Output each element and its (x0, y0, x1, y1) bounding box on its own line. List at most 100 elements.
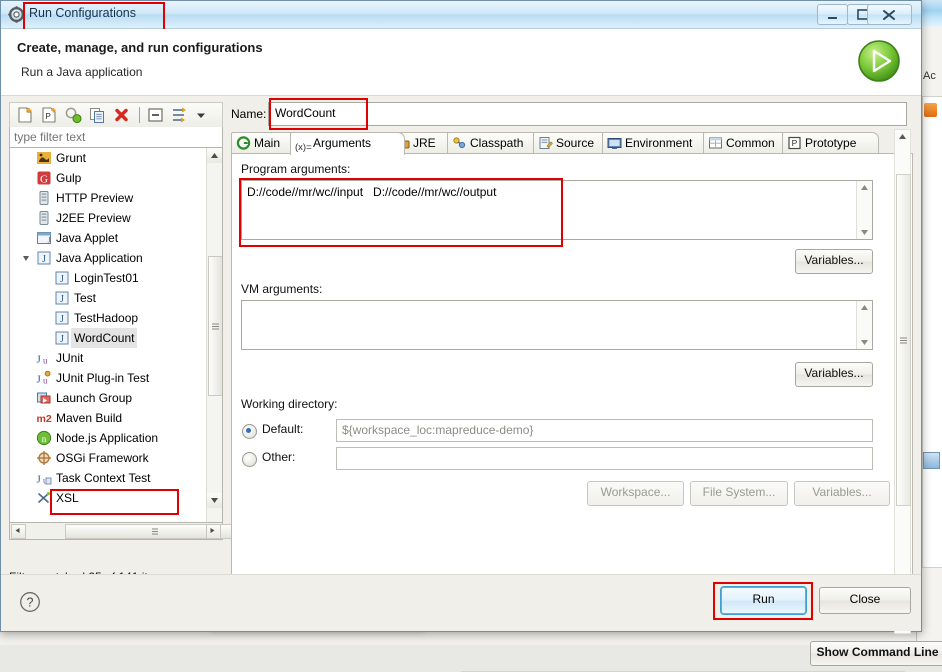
scroll-down-arrow-icon[interactable] (857, 225, 872, 239)
scroll-up-arrow-icon[interactable] (207, 148, 222, 163)
program-arguments-scrollbar[interactable] (856, 181, 872, 239)
close-button[interactable]: Close (819, 587, 911, 614)
view-menu-chevron-icon[interactable] (192, 106, 211, 124)
tree-scrollbar-thumb[interactable] (208, 256, 222, 396)
svg-text:J: J (60, 294, 64, 305)
task-context-test-icon: Ju (36, 470, 52, 486)
vm-arguments-variables-button[interactable]: Variables... (795, 362, 873, 387)
scroll-up-arrow-icon[interactable] (857, 181, 872, 195)
scroll-right-arrow-icon[interactable] (206, 524, 221, 539)
tree-item-label: JUnit Plug-in Test (56, 371, 150, 385)
prototype-tab-icon: P (787, 136, 802, 150)
svg-text:u: u (43, 356, 48, 366)
scroll-down-arrow-icon[interactable] (857, 335, 872, 349)
tree-item-java-applet[interactable]: J Java Applet (10, 228, 222, 248)
configuration-tabs: Main (x)=Arguments JRE Classpath Source Envir… (231, 132, 913, 155)
filter-field-wrapper (9, 127, 223, 148)
dialog-header: Create, manage, and run configurations R… (1, 29, 921, 96)
tree-item-osgi-framework[interactable]: OSGi Framework (10, 448, 222, 468)
tree-item-java-application[interactable]: J Java Application (10, 248, 222, 268)
tree-item-launch-group[interactable]: Launch Group (10, 388, 222, 408)
tree-item-label: LoginTest01 (74, 271, 139, 285)
configurations-tree[interactable]: Grunt G Gulp HTTP Preview J2EE Preview J Java … (9, 148, 223, 523)
default-directory-field: ${workspace_loc:mapreduce-demo} (336, 419, 873, 442)
default-directory-radio[interactable] (242, 424, 257, 439)
header-subtitle: Run a Java application (21, 65, 143, 79)
tree-horizontal-scrollbar[interactable] (9, 523, 244, 540)
tree-item-j2ee-preview[interactable]: J2EE Preview (10, 208, 222, 228)
background-blue-icon (923, 452, 940, 469)
tab-arguments[interactable]: (x)=Arguments (290, 132, 405, 155)
filter-icon[interactable] (170, 106, 189, 124)
tree-item-task-context-test[interactable]: Ju Task Context Test (10, 468, 222, 488)
svg-text:J: J (42, 254, 46, 265)
tab-label: JRE (413, 136, 436, 150)
osgi-icon (36, 450, 52, 466)
svg-text:J: J (48, 236, 51, 245)
configurations-tree-panel: P type filter text Grunt G Gulp HTTP Pre… (9, 102, 244, 564)
search-input[interactable] (10, 127, 222, 147)
scroll-left-arrow-icon[interactable] (11, 524, 26, 539)
tree-item-grunt[interactable]: Grunt (10, 148, 222, 168)
other-directory-input[interactable] (336, 447, 873, 470)
duplicate-icon[interactable] (88, 106, 107, 124)
program-arguments-textarea[interactable]: D://code//mr/wc//input D://code//mr/wc//… (241, 180, 873, 240)
scroll-up-arrow-icon[interactable] (895, 130, 910, 144)
svg-text:?: ? (27, 596, 34, 610)
svg-text:J: J (37, 374, 42, 386)
common-tab-icon (708, 136, 723, 150)
panel-scrollbar-thumb[interactable] (896, 174, 911, 506)
tree-item-node-js-application[interactable]: n Node.js Application (10, 428, 222, 448)
java-launch-icon: J (54, 270, 70, 286)
java-application-icon: J (36, 250, 52, 266)
run-button[interactable]: Run (720, 586, 807, 615)
vm-arguments-scrollbar[interactable] (856, 301, 872, 349)
tree-item-wordcount[interactable]: J WordCount (10, 328, 222, 348)
tree-vertical-scrollbar[interactable] (206, 148, 222, 522)
tree-item-testhadoop[interactable]: J TestHadoop (10, 308, 222, 328)
program-arguments-variables-button[interactable]: Variables... (795, 249, 873, 274)
other-directory-radio[interactable] (242, 452, 257, 467)
svg-text:u: u (43, 376, 48, 386)
new-configuration-from-prototype-icon[interactable] (64, 106, 83, 124)
tree-item-test[interactable]: J Test (10, 288, 222, 308)
vm-arguments-textarea[interactable] (241, 300, 873, 350)
default-directory-value: ${workspace_loc:mapreduce-demo} (342, 423, 534, 437)
help-question-icon[interactable]: ? (19, 591, 41, 613)
tab-prototype[interactable]: P Prototype (782, 132, 879, 154)
delete-icon[interactable] (112, 106, 131, 124)
tab-label: Common (726, 136, 775, 150)
tree-twisty-icon[interactable] (23, 256, 29, 264)
close-window-button[interactable] (867, 4, 912, 25)
tree-item-label: XSL (56, 491, 79, 505)
tree-item-label: Java Application (56, 251, 143, 265)
tree-item-gulp[interactable]: G Gulp (10, 168, 222, 188)
new-configuration-icon[interactable] (16, 106, 35, 124)
tree-item-maven-build[interactable]: m2 Maven Build (10, 408, 222, 428)
svg-text:J: J (60, 314, 64, 325)
name-input[interactable]: WordCount (268, 102, 907, 126)
svg-text:J: J (60, 274, 64, 285)
dialog-body: P type filter text Grunt G Gulp HTTP Pre… (1, 96, 942, 672)
program-arguments-value: D://code//mr/wc//input D://code//mr/wc//… (247, 185, 497, 199)
svg-text:P: P (46, 112, 51, 121)
new-prototype-icon[interactable]: P (40, 106, 59, 124)
working-directory-variables-button[interactable]: Variables... (794, 481, 890, 506)
scroll-down-arrow-icon[interactable] (207, 493, 222, 508)
junit-plugin-icon: Ju (36, 370, 52, 386)
tree-item-logintest01[interactable]: J LoginTest01 (10, 268, 222, 288)
minimize-button[interactable] (817, 4, 848, 25)
tab-environment[interactable]: Environment (602, 132, 718, 154)
tab-label: Main (254, 136, 281, 150)
tree-item-junit[interactable]: Ju JUnit (10, 348, 222, 368)
svg-text:P: P (792, 138, 798, 148)
workspace-button[interactable]: Workspace... (587, 481, 684, 506)
configuration-panel-scrollbar[interactable] (894, 129, 911, 634)
vm-arguments-label: VM arguments: (241, 282, 323, 296)
tree-item-junit-plug-in-test[interactable]: Ju JUnit Plug-in Test (10, 368, 222, 388)
scroll-up-arrow-icon[interactable] (857, 301, 872, 315)
tree-item-http-preview[interactable]: HTTP Preview (10, 188, 222, 208)
file-system-button[interactable]: File System... (690, 481, 788, 506)
collapse-all-icon[interactable] (146, 106, 165, 124)
tree-item-xsl[interactable]: XSL (10, 488, 222, 508)
